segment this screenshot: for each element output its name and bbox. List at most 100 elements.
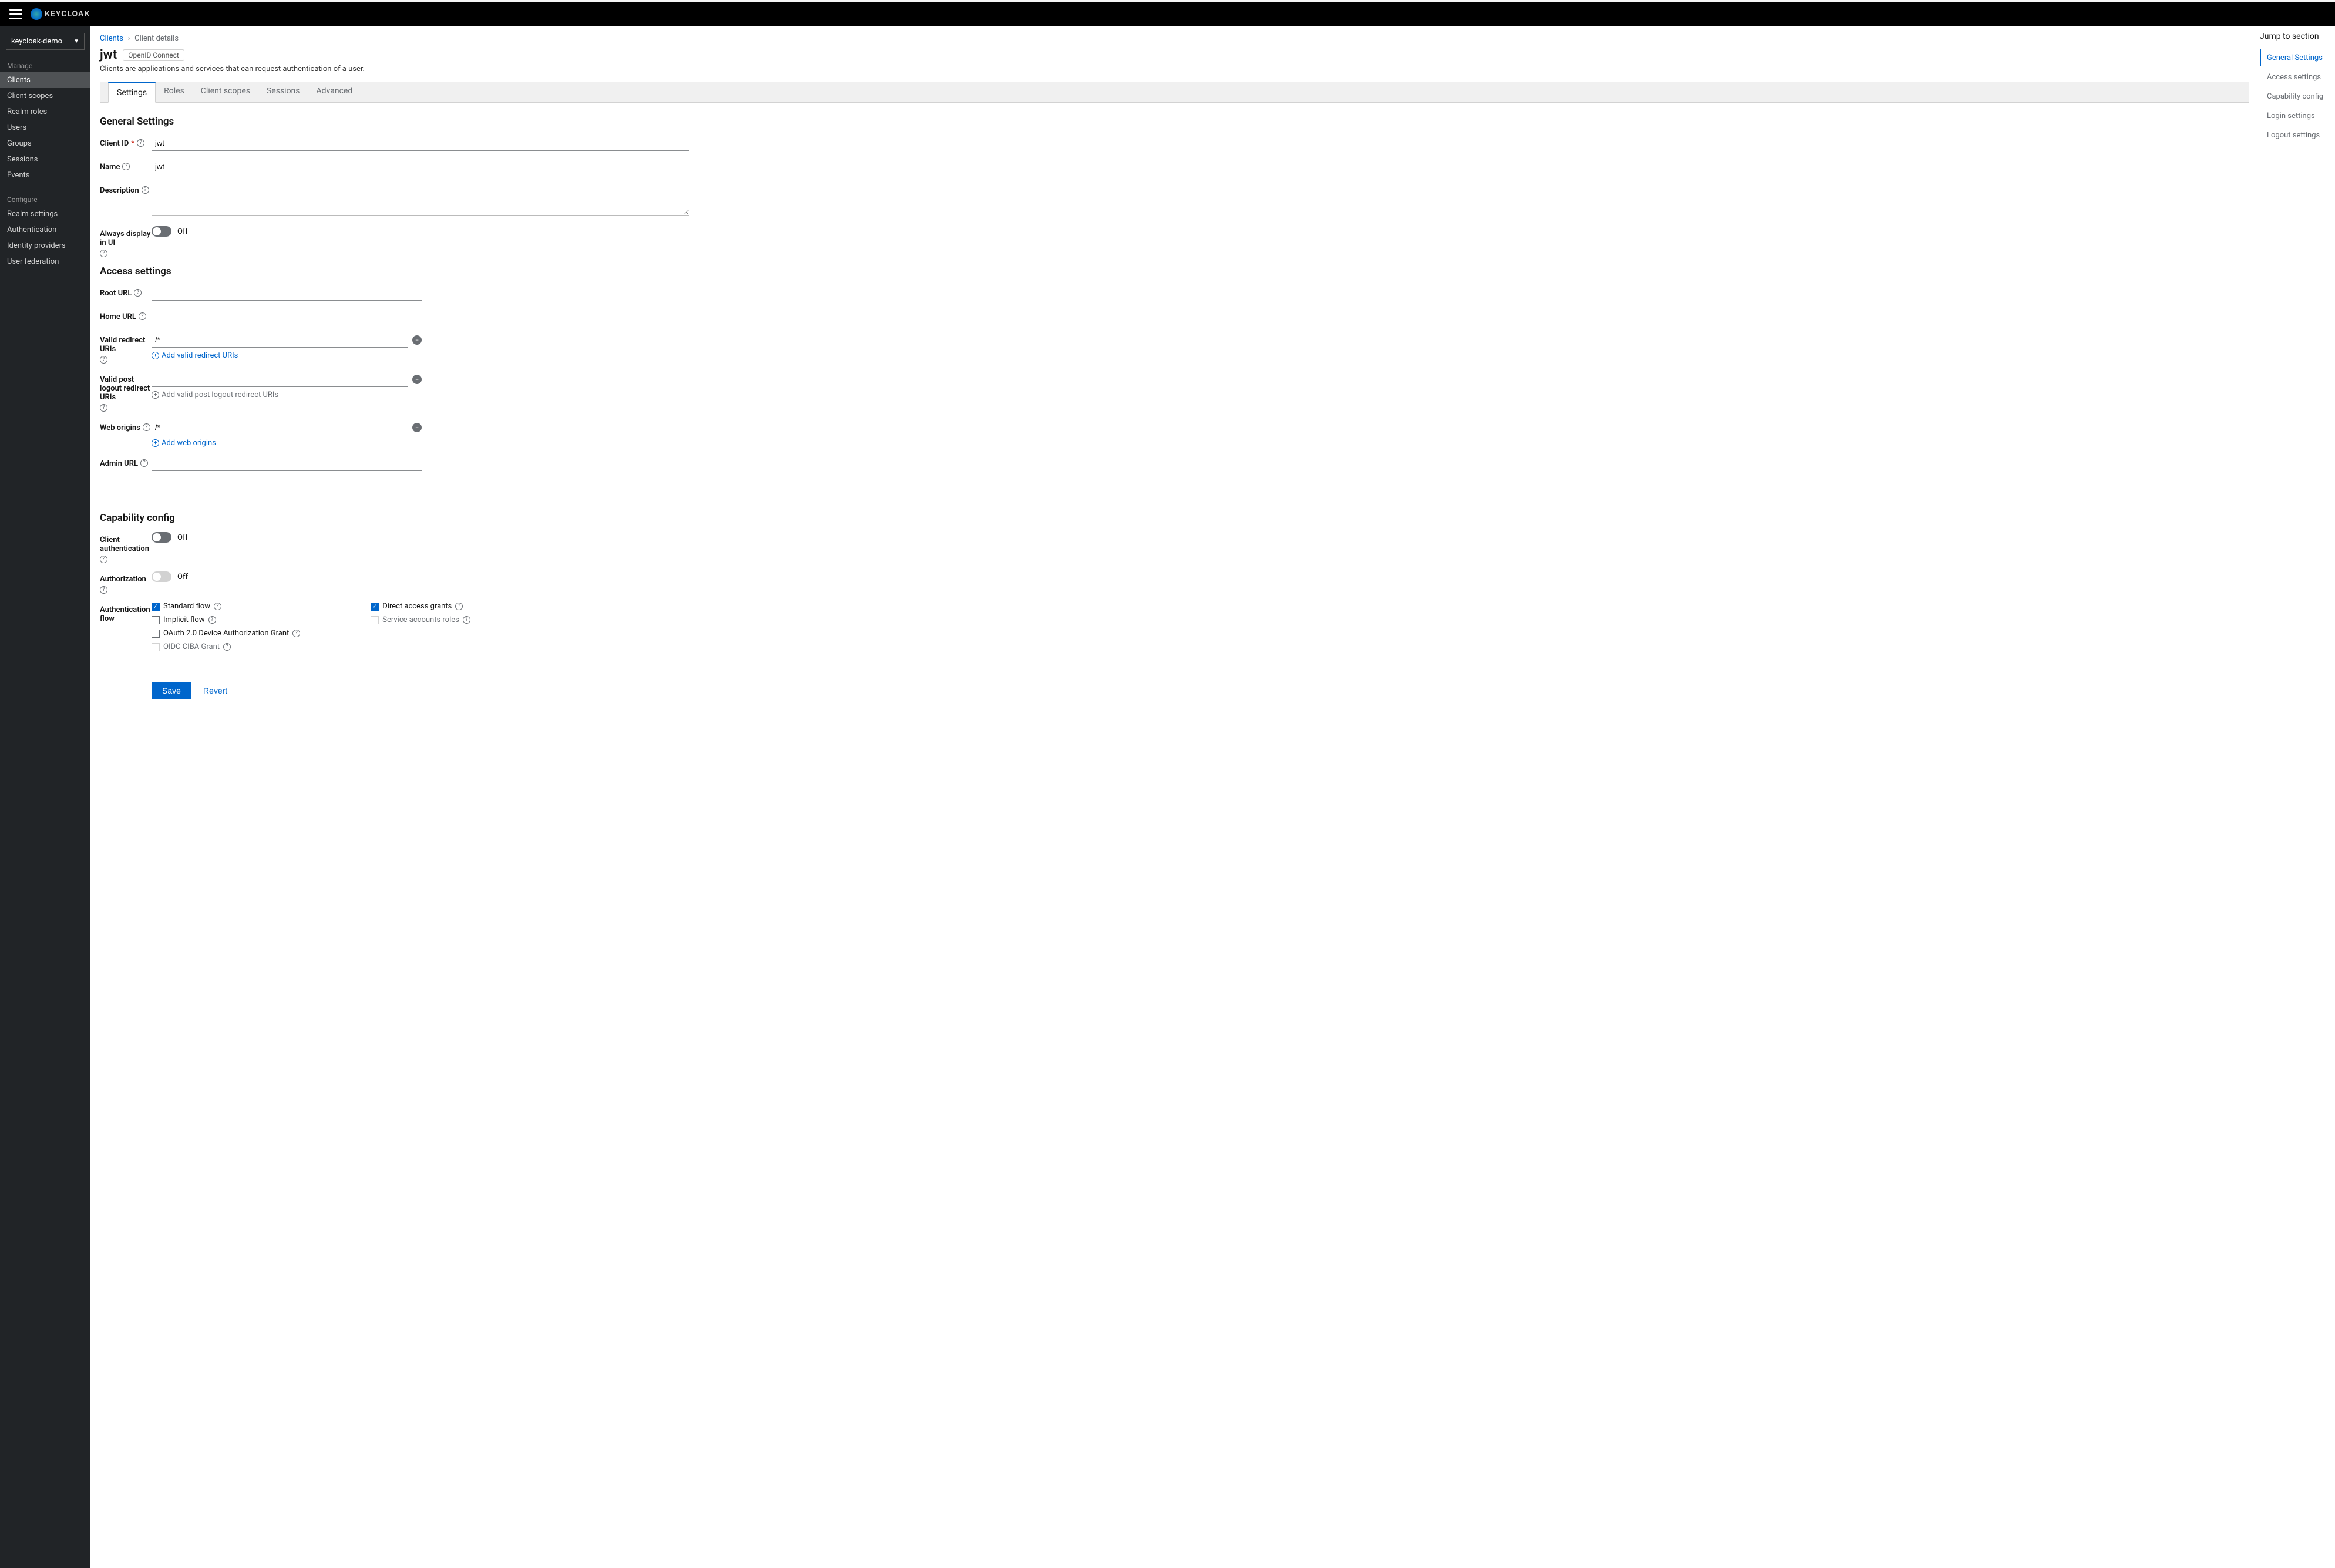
- help-icon[interactable]: ?: [122, 163, 130, 170]
- web-origins-label: Web origins?: [100, 420, 152, 432]
- hamburger-icon[interactable]: [9, 9, 22, 19]
- jump-item-general-settings[interactable]: General Settings: [2260, 49, 2326, 66]
- help-icon[interactable]: ?: [455, 603, 463, 610]
- sidebar-item-realm-settings[interactable]: Realm settings: [0, 206, 90, 222]
- sidebar-item-user-federation[interactable]: User federation: [0, 254, 90, 270]
- auth-flow-service-accounts-roles: Service accounts roles?: [371, 615, 470, 624]
- realm-selector-label: keycloak-demo: [11, 37, 62, 46]
- valid-post-logout-input[interactable]: [152, 372, 408, 387]
- realm-selector[interactable]: keycloak-demo ▼: [6, 33, 85, 50]
- description-label: Description?: [100, 183, 152, 195]
- sidebar-group-label: Configure: [0, 191, 90, 206]
- plus-circle-icon: +: [152, 352, 159, 359]
- help-icon[interactable]: ?: [100, 556, 107, 563]
- sidebar-item-events[interactable]: Events: [0, 167, 90, 183]
- client-id-label: Client ID*?: [100, 136, 152, 148]
- remove-icon[interactable]: −: [412, 423, 422, 432]
- tab-advanced[interactable]: Advanced: [308, 82, 361, 102]
- help-icon[interactable]: ?: [143, 423, 150, 431]
- help-icon[interactable]: ?: [137, 139, 144, 147]
- sidebar: keycloak-demo ▼ ManageClientsClient scop…: [0, 26, 90, 1568]
- sidebar-item-sessions[interactable]: Sessions: [0, 152, 90, 167]
- sidebar-item-groups[interactable]: Groups: [0, 136, 90, 152]
- protocol-badge: OpenID Connect: [123, 49, 184, 61]
- jump-item-capability-config[interactable]: Capability config: [2260, 88, 2326, 105]
- sidebar-item-clients[interactable]: Clients: [0, 72, 90, 88]
- help-icon[interactable]: ?: [463, 616, 470, 624]
- plus-circle-icon: +: [152, 439, 159, 447]
- help-icon[interactable]: ?: [100, 404, 107, 412]
- breadcrumb-root[interactable]: Clients: [100, 34, 123, 43]
- jump-item-login-settings[interactable]: Login settings: [2260, 107, 2326, 125]
- add-web-origins-button[interactable]: +Add web origins: [152, 439, 422, 447]
- checkbox-icon[interactable]: [152, 630, 160, 638]
- client-id-input[interactable]: [152, 136, 689, 151]
- auth-flow-direct-access-grants[interactable]: ✓Direct access grants?: [371, 602, 470, 611]
- auth-flow-oidc-ciba-grant: OIDC CIBA Grant?: [152, 642, 300, 651]
- page-subtitle: Clients are applications and services th…: [100, 65, 2249, 73]
- auth-flow-oauth-2-0-device-authorization-grant[interactable]: OAuth 2.0 Device Authorization Grant?: [152, 629, 300, 638]
- breadcrumb-current: Client details: [134, 34, 179, 43]
- caret-down-icon: ▼: [73, 38, 79, 45]
- root-url-input[interactable]: [152, 285, 422, 301]
- help-icon[interactable]: ?: [100, 250, 107, 257]
- tab-roles[interactable]: Roles: [156, 82, 193, 102]
- checkbox-icon[interactable]: [152, 616, 160, 624]
- client-auth-toggle[interactable]: [152, 532, 171, 543]
- add-valid-redirect-button[interactable]: +Add valid redirect URIs: [152, 351, 422, 360]
- always-display-toggle[interactable]: [152, 226, 171, 237]
- jump-item-logout-settings[interactable]: Logout settings: [2260, 127, 2326, 144]
- valid-post-logout-label: Valid post logout redirect URIs?: [100, 372, 152, 412]
- logo-text: KEYCLOAK: [45, 9, 90, 19]
- section-general-title: General Settings: [100, 116, 2249, 127]
- page-title: jwt: [100, 48, 117, 62]
- help-icon[interactable]: ?: [139, 312, 146, 320]
- add-valid-post-logout-button[interactable]: +Add valid post logout redirect URIs: [152, 391, 422, 399]
- web-origins-input[interactable]: [152, 420, 408, 435]
- tabs: SettingsRolesClient scopesSessionsAdvanc…: [100, 82, 2249, 103]
- help-icon[interactable]: ?: [100, 356, 107, 364]
- sidebar-item-client-scopes[interactable]: Client scopes: [0, 88, 90, 104]
- sidebar-item-identity-providers[interactable]: Identity providers: [0, 238, 90, 254]
- help-icon[interactable]: ?: [208, 616, 216, 624]
- checkbox-icon[interactable]: ✓: [371, 603, 379, 611]
- help-icon[interactable]: ?: [134, 289, 142, 297]
- logo-mark-icon: [31, 8, 42, 20]
- help-icon[interactable]: ?: [223, 643, 231, 651]
- checkbox-icon[interactable]: ✓: [152, 603, 160, 611]
- sidebar-item-authentication[interactable]: Authentication: [0, 222, 90, 238]
- auth-flow-label: Authentication flow: [100, 602, 152, 623]
- help-icon[interactable]: ?: [100, 586, 107, 594]
- logo: KEYCLOAK: [31, 8, 90, 20]
- auth-flow-implicit-flow[interactable]: Implicit flow?: [152, 615, 300, 624]
- sidebar-item-realm-roles[interactable]: Realm roles: [0, 104, 90, 120]
- name-input[interactable]: [152, 159, 689, 174]
- section-access-title: Access settings: [100, 265, 2249, 277]
- remove-icon[interactable]: −: [412, 335, 422, 345]
- topbar: KEYCLOAK: [0, 0, 2335, 26]
- sidebar-group-label: Manage: [0, 57, 90, 72]
- tab-sessions[interactable]: Sessions: [258, 82, 308, 102]
- auth-flow-standard-flow[interactable]: ✓Standard flow?: [152, 602, 300, 611]
- sidebar-item-users[interactable]: Users: [0, 120, 90, 136]
- home-url-input[interactable]: [152, 309, 422, 324]
- remove-icon[interactable]: −: [412, 375, 422, 384]
- help-icon[interactable]: ?: [140, 459, 148, 467]
- help-icon[interactable]: ?: [142, 186, 149, 194]
- tab-settings[interactable]: Settings: [108, 82, 156, 103]
- valid-redirect-input[interactable]: [152, 332, 408, 348]
- description-input[interactable]: [152, 183, 689, 216]
- tab-client-scopes[interactable]: Client scopes: [193, 82, 258, 102]
- plus-circle-icon: +: [152, 391, 159, 399]
- always-display-state: Off: [177, 227, 188, 236]
- admin-url-input[interactable]: [152, 456, 422, 471]
- revert-button[interactable]: Revert: [203, 686, 227, 695]
- help-icon[interactable]: ?: [214, 603, 221, 610]
- jump-item-access-settings[interactable]: Access settings: [2260, 69, 2326, 86]
- save-button[interactable]: Save: [152, 682, 191, 699]
- authorization-state: Off: [177, 573, 188, 581]
- help-icon[interactable]: ?: [292, 630, 300, 637]
- admin-url-label: Admin URL?: [100, 456, 152, 468]
- checkbox-icon: [371, 616, 379, 624]
- section-capability-title: Capability config: [100, 512, 2249, 524]
